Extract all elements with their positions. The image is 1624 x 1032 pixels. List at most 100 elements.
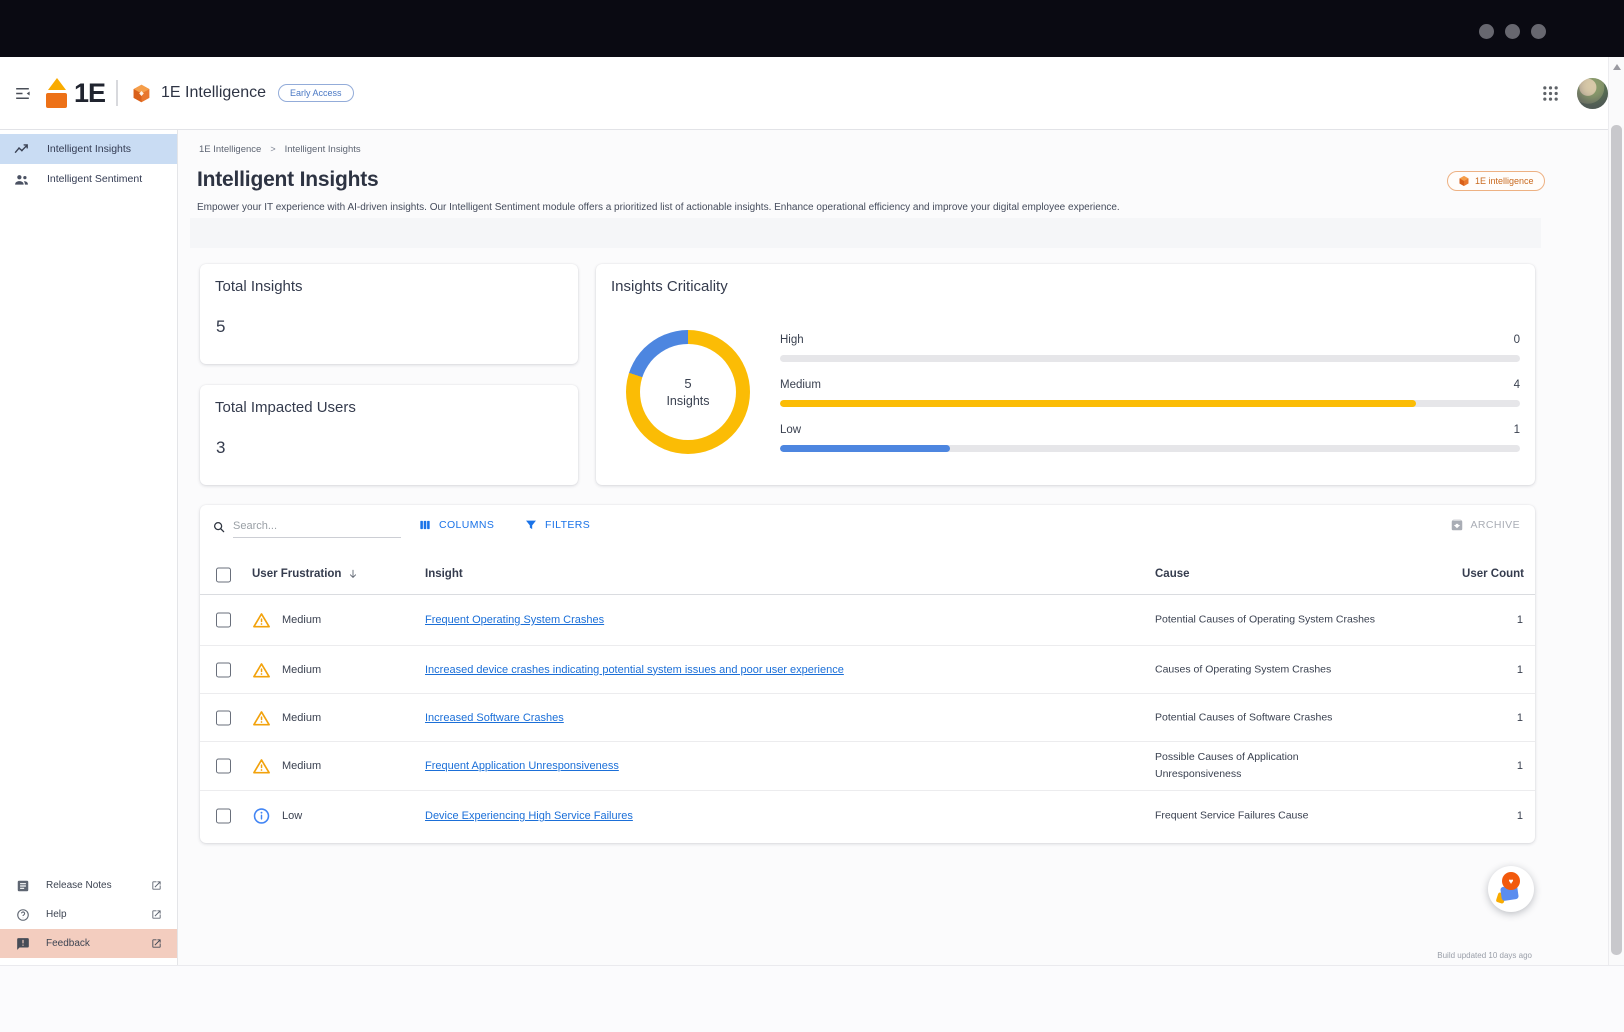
window-dot: [1479, 24, 1494, 39]
row-checkbox[interactable]: [216, 613, 231, 628]
intelligence-cube-icon: [1458, 175, 1470, 187]
user-count: 1: [1517, 712, 1523, 724]
archive-button[interactable]: ARCHIVE: [1450, 518, 1520, 532]
row-checkbox[interactable]: [216, 809, 231, 824]
insight-link[interactable]: Frequent Operating System Crashes: [425, 614, 604, 626]
stat-card-value: 3: [216, 438, 225, 458]
column-header-cause: Cause: [1155, 568, 1190, 580]
breadcrumb-separator: [270, 144, 275, 155]
insights-table-card: COLUMNS FILTERS ARCHIVE: [200, 505, 1535, 843]
collapse-sidebar-icon[interactable]: [13, 84, 32, 103]
bar-medium: [780, 400, 1520, 407]
external-link-icon: [151, 938, 162, 949]
user-count: 1: [1517, 614, 1523, 626]
legend-label-medium: Medium: [780, 379, 821, 391]
legend-label-low: Low: [780, 424, 801, 436]
column-header-user-count: User Count: [1462, 568, 1524, 580]
early-access-badge: Early Access: [278, 84, 354, 102]
main-content: 1E Intelligence Intelligent Insights Int…: [178, 130, 1608, 965]
info-circle-icon: [252, 807, 271, 826]
archive-icon: [1450, 518, 1464, 532]
bar-high: [780, 355, 1520, 362]
warning-triangle-icon: [252, 708, 271, 727]
vertical-scrollbar[interactable]: [1608, 57, 1624, 965]
sidebar-item-label: Intelligent Insights: [47, 143, 131, 155]
severity-label: Medium: [282, 760, 321, 772]
scrollbar-thumb[interactable]: [1611, 125, 1622, 955]
cause-text: Frequent Service Failures Cause: [1155, 808, 1383, 825]
header-divider: [116, 80, 118, 106]
warning-triangle-icon: [252, 757, 271, 776]
search-input[interactable]: [233, 517, 401, 538]
insight-link[interactable]: Increased Software Crashes: [425, 712, 564, 724]
sidebar-item-help[interactable]: Help: [0, 900, 177, 929]
app-window: 1E 1E Intelligence Early Access: [0, 57, 1624, 965]
1e-logo-icon: [45, 75, 72, 111]
severity-label: Low: [282, 810, 302, 822]
table-row: Medium Increased device crashes indicati…: [200, 646, 1535, 694]
legend-value-low: 1: [1514, 424, 1520, 436]
search-box: [212, 517, 401, 538]
insight-link[interactable]: Device Experiencing High Service Failure…: [425, 810, 633, 822]
user-count: 1: [1517, 760, 1523, 772]
chart-title: Insights Criticality: [611, 278, 728, 295]
line-chart-icon: [13, 141, 30, 158]
insight-link[interactable]: Frequent Application Unresponsiveness: [425, 760, 619, 772]
people-icon: [13, 171, 30, 188]
help-circle-icon: [16, 908, 30, 922]
bar-low: [780, 445, 1520, 452]
table-row: Medium Increased Software Crashes Potent…: [200, 694, 1535, 742]
corner-badge-label: 1E intelligence: [1475, 176, 1534, 186]
column-header-user-frustration[interactable]: User Frustration: [252, 568, 359, 580]
severity-label: Medium: [282, 614, 321, 626]
footer-item-label: Release Notes: [46, 880, 112, 891]
stat-card-value: 5: [216, 317, 225, 337]
table-row: Medium Frequent Operating System Crashes…: [200, 595, 1535, 646]
columns-icon: [418, 518, 432, 532]
1e-logo-text: 1E: [74, 78, 105, 109]
filters-button[interactable]: FILTERS: [524, 518, 590, 532]
table-row: Medium Frequent Application Unresponsive…: [200, 742, 1535, 791]
stat-card-title: Total Insights: [215, 278, 303, 295]
feedback-bubble-icon: [16, 937, 30, 951]
scrollbar-up-arrow-icon[interactable]: [1613, 64, 1621, 70]
cause-text: Potential Causes of Operating System Cra…: [1155, 612, 1383, 629]
app-header: 1E 1E Intelligence Early Access: [0, 57, 1624, 130]
intelligence-cube-icon: [131, 83, 152, 104]
search-icon: [212, 520, 226, 538]
total-insights-card: Total Insights 5: [200, 264, 578, 364]
product-name: 1E Intelligence: [161, 84, 266, 102]
insights-criticality-card: Insights Criticality 5 Insights High 0 M…: [596, 264, 1535, 485]
sidebar-item-release-notes[interactable]: Release Notes: [0, 871, 177, 900]
select-all-checkbox[interactable]: [216, 568, 231, 583]
sidebar-item-intelligent-insights[interactable]: Intelligent Insights: [0, 134, 177, 164]
row-checkbox[interactable]: [216, 759, 231, 774]
row-checkbox[interactable]: [216, 662, 231, 677]
page-title: Intelligent Insights: [197, 168, 379, 192]
legend-label-high: High: [780, 334, 804, 346]
row-checkbox[interactable]: [216, 710, 231, 725]
intelligence-corner-badge: 1E intelligence: [1447, 171, 1545, 191]
legend-value-high: 0: [1514, 334, 1520, 346]
build-status: Build updated 10 days ago: [1437, 951, 1532, 960]
assistant-fab-button[interactable]: ♥: [1488, 866, 1534, 912]
severity-label: Medium: [282, 712, 321, 724]
sidebar-item-feedback[interactable]: Feedback: [0, 929, 177, 958]
filter-funnel-icon: [524, 518, 538, 532]
cause-text: Potential Causes of Software Crashes: [1155, 709, 1383, 726]
window-titlebar: [0, 0, 1624, 57]
criticality-donut: 5 Insights: [626, 330, 750, 454]
columns-button[interactable]: COLUMNS: [418, 518, 494, 532]
apps-grid-icon[interactable]: [1542, 85, 1559, 102]
insight-link[interactable]: Increased device crashes indicating pote…: [425, 664, 844, 676]
warning-triangle-icon: [252, 611, 271, 630]
sidebar-item-intelligent-sentiment[interactable]: Intelligent Sentiment: [0, 164, 177, 194]
stat-card-title: Total Impacted Users: [215, 399, 356, 416]
page-bottom-strip: [0, 965, 1624, 1032]
legend-value-medium: 4: [1514, 379, 1520, 391]
user-avatar[interactable]: [1577, 78, 1608, 109]
breadcrumb: 1E Intelligence Intelligent Insights: [199, 144, 361, 155]
breadcrumb-parent[interactable]: 1E Intelligence: [199, 144, 261, 155]
external-link-icon: [151, 909, 162, 920]
donut-center-label: 5 Insights: [626, 330, 750, 454]
